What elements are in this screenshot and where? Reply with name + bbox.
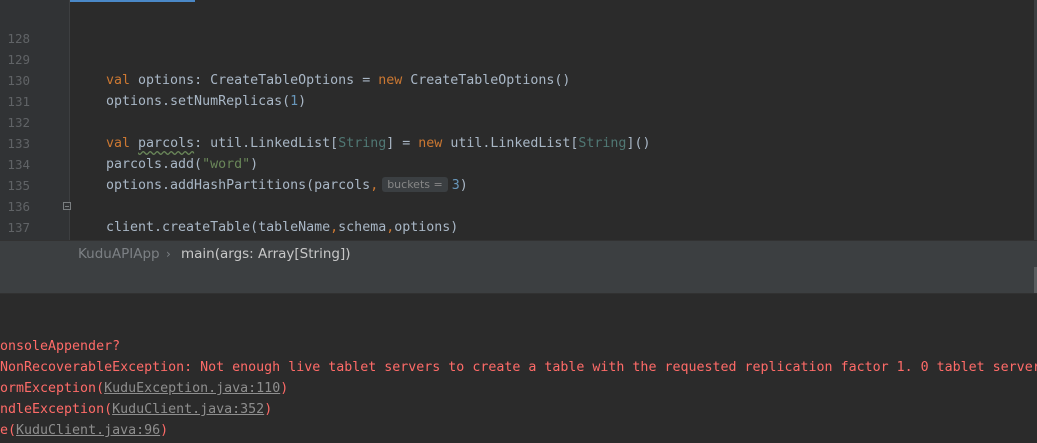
- breadcrumb: KuduAPIApp › main(args: Array[String]): [0, 240, 1037, 267]
- run-panel-header: [0, 267, 1037, 294]
- stacktrace-link[interactable]: KuduClient.java:352: [112, 402, 264, 417]
- fold-marker-icon[interactable]: [63, 202, 71, 210]
- stacktrace-link[interactable]: KuduClient.java:96: [16, 423, 160, 438]
- breadcrumb-method[interactable]: main(args: Array[String]): [181, 241, 350, 267]
- console-line: NonRecoverableException: Not enough live…: [0, 360, 1037, 375]
- breadcrumb-class[interactable]: KuduAPIApp: [78, 241, 160, 267]
- console-line: ndleException(KuduClient.java:352): [0, 402, 273, 417]
- code-line[interactable]: 136 client.createTable(tableName,schema,…: [0, 175, 1034, 235]
- code-line[interactable]: 133 parcols.add("word"): [0, 112, 1034, 172]
- code-line[interactable]: 137 }: [0, 196, 1034, 277]
- console-line: onsoleAppender?: [0, 339, 121, 354]
- code-line[interactable]: 135: [0, 154, 1034, 193]
- code-line[interactable]: 131: [0, 70, 1034, 109]
- chevron-right-icon: ›: [166, 247, 171, 261]
- console-output[interactable]: onsoleAppender? NonRecoverableException:…: [0, 294, 1037, 443]
- code-line[interactable]: 128: [0, 7, 1034, 46]
- code-line[interactable]: 138: [0, 217, 1034, 256]
- code-line[interactable]: 129 val options: CreateTableOptions = ne…: [0, 28, 1034, 88]
- code-line[interactable]: 132 val parcols: util.LinkedList[String]…: [0, 91, 1034, 151]
- code-line[interactable]: 134 options.addHashPartitions(parcols, bu…: [0, 133, 1034, 193]
- console-line: ormException(KuduException.java:110): [0, 381, 289, 396]
- code-editor[interactable]: 128 129 val options: CreateTableOptions …: [0, 0, 1037, 277]
- stacktrace-link[interactable]: KuduException.java:110: [104, 381, 280, 396]
- code-line[interactable]: 130 options.setNumReplicas(1): [0, 49, 1034, 109]
- console-line: e(KuduClient.java:96): [0, 423, 169, 438]
